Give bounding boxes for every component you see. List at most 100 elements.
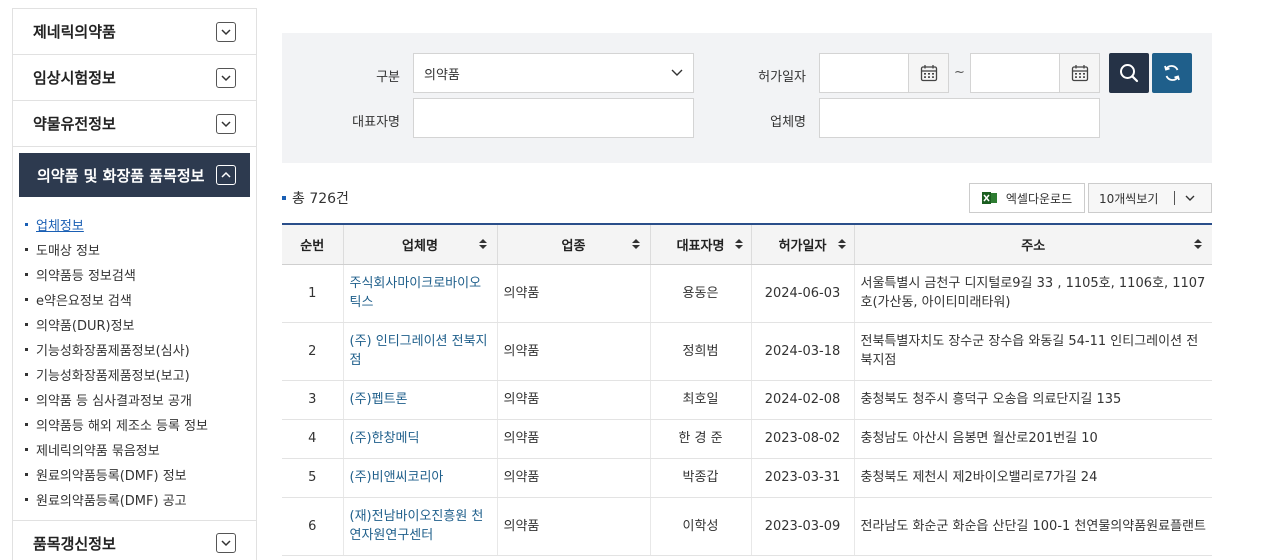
bullet-icon (25, 473, 28, 476)
sort-icon[interactable] (734, 239, 743, 250)
refresh-icon (1164, 65, 1180, 81)
sidebar-active-wrap: 의약품 및 화장품 품목정보 (12, 146, 257, 198)
sidebar-category-renewal[interactable]: 품목갱신정보 (12, 520, 257, 560)
company-link[interactable]: (주)한창메딕 (342, 419, 497, 459)
chevron-down-icon[interactable] (216, 21, 236, 42)
per-page-select[interactable]: 10개씩보기 (1088, 183, 1212, 213)
calendar-icon[interactable] (1059, 54, 1099, 92)
rep-label: 대표자명 (352, 115, 400, 130)
company-name-input[interactable] (819, 98, 1100, 138)
sidebar-item-wholesale[interactable]: 도매상 정보 (25, 237, 256, 262)
column-header-label: 허가일자 (778, 238, 827, 254)
row-rep: 박종갑 (649, 458, 751, 498)
sidebar-item-generic-bundle[interactable]: 제네릭의약품 묶음정보 (25, 437, 256, 462)
sidebar-item-label: 원료의약품등록(DMF) 공고 (36, 494, 187, 509)
row-date: 2023-08-02 (750, 419, 854, 459)
sidebar-item-cosmetic-report[interactable]: 기능성화장품제품정보(보고) (25, 362, 256, 387)
sidebar-item-label: 의약품(DUR)정보 (36, 319, 135, 334)
column-header-date[interactable]: 허가일자 (750, 223, 854, 265)
sidebar-item-company-info[interactable]: 업체정보 (25, 212, 256, 237)
sidebar-category-generic[interactable]: 제네릭의약품 (12, 8, 257, 54)
company-link[interactable]: (재)전남바이오진흥원 천연자원연구센터 (342, 497, 497, 556)
sort-icon[interactable] (478, 239, 487, 250)
company-link[interactable]: (주) 인티그레이션 전북지점 (342, 322, 497, 381)
type-select[interactable]: 의약품 (413, 53, 694, 93)
sidebar-item-label: 의약품등 정보검색 (36, 269, 136, 284)
date-from-input[interactable] (819, 53, 949, 93)
sidebar-item-dur[interactable]: 의약품(DUR)정보 (25, 312, 256, 337)
sidebar-item-label: 의약품 등 심사결과정보 공개 (36, 394, 192, 409)
row-date: 2024-02-08 (750, 380, 854, 420)
chevron-down-icon (671, 69, 683, 76)
company-label: 업체명 (770, 115, 806, 130)
column-header-label: 순번 (300, 238, 325, 254)
row-no: 4 (282, 419, 343, 459)
sidebar-item-dmf-info[interactable]: 원료의약품등록(DMF) 정보 (25, 462, 256, 487)
column-header-company[interactable]: 업체명 (342, 223, 497, 265)
row-date: 2024-06-03 (750, 264, 854, 323)
chevron-down-icon[interactable] (216, 113, 236, 134)
sidebar-item-review-results[interactable]: 의약품 등 심사결과정보 공개 (25, 387, 256, 412)
search-button[interactable] (1109, 53, 1149, 93)
company-link[interactable]: (주)펩트론 (342, 380, 497, 420)
chevron-down-icon[interactable] (216, 533, 236, 553)
sidebar-item-label: 기능성화장품제품정보(보고) (36, 369, 190, 384)
sidebar-item-cosmetic-review[interactable]: 기능성화장품제품정보(심사) (25, 337, 256, 362)
sidebar-item-dmf-notice[interactable]: 원료의약품등록(DMF) 공고 (25, 487, 256, 512)
sidebar-item-e-drug[interactable]: e약은요정보 검색 (25, 287, 256, 312)
column-header-type[interactable]: 업종 (496, 223, 650, 265)
row-address: 전북특별자치도 장수군 장수읍 와동길 54-11 인티그레이션 전북지점 (853, 322, 1212, 381)
chevron-up-icon[interactable] (216, 165, 236, 185)
row-type: 의약품 (496, 497, 650, 556)
bullet-icon (25, 223, 28, 226)
row-rep: 정희범 (649, 322, 751, 381)
column-header-label: 주소 (1021, 238, 1046, 254)
sidebar-category-clinical[interactable]: 임상시험정보 (12, 54, 257, 100)
sidebar-category-label: 의약품 및 화장품 품목정보 (37, 166, 205, 185)
sidebar-category-pharmacogenomics[interactable]: 약물유전정보 (12, 100, 257, 146)
row-address: 충청남도 아산시 음봉면 월산로201번길 10 (853, 419, 1212, 459)
sidebar: 제네릭의약품 임상시험정보 약물유전정보 의약품 및 화장품 품목정보 업체정보… (12, 8, 257, 560)
column-header-address[interactable]: 주소 (853, 223, 1212, 265)
sidebar-item-label: 제네릭의약품 묶음정보 (36, 444, 160, 459)
row-type: 의약품 (496, 380, 650, 420)
sidebar-item-label: 원료의약품등록(DMF) 정보 (36, 469, 187, 484)
sidebar-item-label: e약은요정보 검색 (36, 294, 132, 309)
sidebar-item-label: 기능성화장품제품정보(심사) (36, 344, 190, 359)
type-select-value: 의약품 (424, 67, 460, 83)
table-row: 4 (주)한창메딕 의약품 한 경 준 2023-08-02 충청남도 아산시 … (282, 419, 1212, 459)
sidebar-category-product-info[interactable]: 의약품 및 화장품 품목정보 (19, 153, 250, 197)
chevron-down-icon[interactable] (216, 67, 236, 88)
bullet-icon (25, 248, 28, 251)
calendar-icon[interactable] (908, 54, 948, 92)
sort-icon[interactable] (631, 239, 640, 250)
reset-button[interactable] (1152, 53, 1192, 93)
row-no: 2 (282, 322, 343, 381)
column-header-no: 순번 (282, 223, 343, 265)
row-no: 3 (282, 380, 343, 420)
excel-download-button[interactable]: 엑셀다운로드 (969, 183, 1085, 213)
sort-icon[interactable] (1194, 239, 1202, 250)
sidebar-category-label: 약물유전정보 (33, 115, 116, 133)
bullet-icon (25, 323, 28, 326)
column-header-label: 업종 (561, 238, 586, 254)
total-count: 총 726건 (282, 188, 349, 208)
date-to-input[interactable] (970, 53, 1100, 93)
bullet-icon (25, 348, 28, 351)
sidebar-item-drug-search[interactable]: 의약품등 정보검색 (25, 262, 256, 287)
bullet-icon (282, 196, 286, 200)
sidebar-category-label: 제네릭의약품 (33, 23, 116, 41)
company-link[interactable]: (주)비앤씨코리아 (342, 458, 497, 498)
row-date: 2024-03-18 (750, 322, 854, 381)
company-link[interactable]: 주식회사마이크로바이오틱스 (342, 264, 497, 323)
rep-name-input[interactable] (413, 98, 694, 138)
sidebar-item-label: 업체정보 (36, 219, 84, 234)
total-count-text: 총 726건 (292, 191, 349, 207)
row-address: 전라남도 화순군 화순읍 산단길 100-1 천연물의약품원료플랜트 (853, 497, 1212, 556)
column-header-rep[interactable]: 대표자명 (649, 223, 751, 265)
sidebar-sub-list: 업체정보 도매상 정보 의약품등 정보검색 e약은요정보 검색 의약품(DUR)… (12, 198, 257, 520)
sidebar-item-overseas-mfr[interactable]: 의약품등 해외 제조소 등록 정보 (25, 412, 256, 437)
row-no: 1 (282, 264, 343, 323)
sort-icon[interactable] (837, 239, 846, 250)
row-address: 서울특별시 금천구 디지털로9길 33 , 1105호, 1106호, 1107… (853, 264, 1212, 323)
